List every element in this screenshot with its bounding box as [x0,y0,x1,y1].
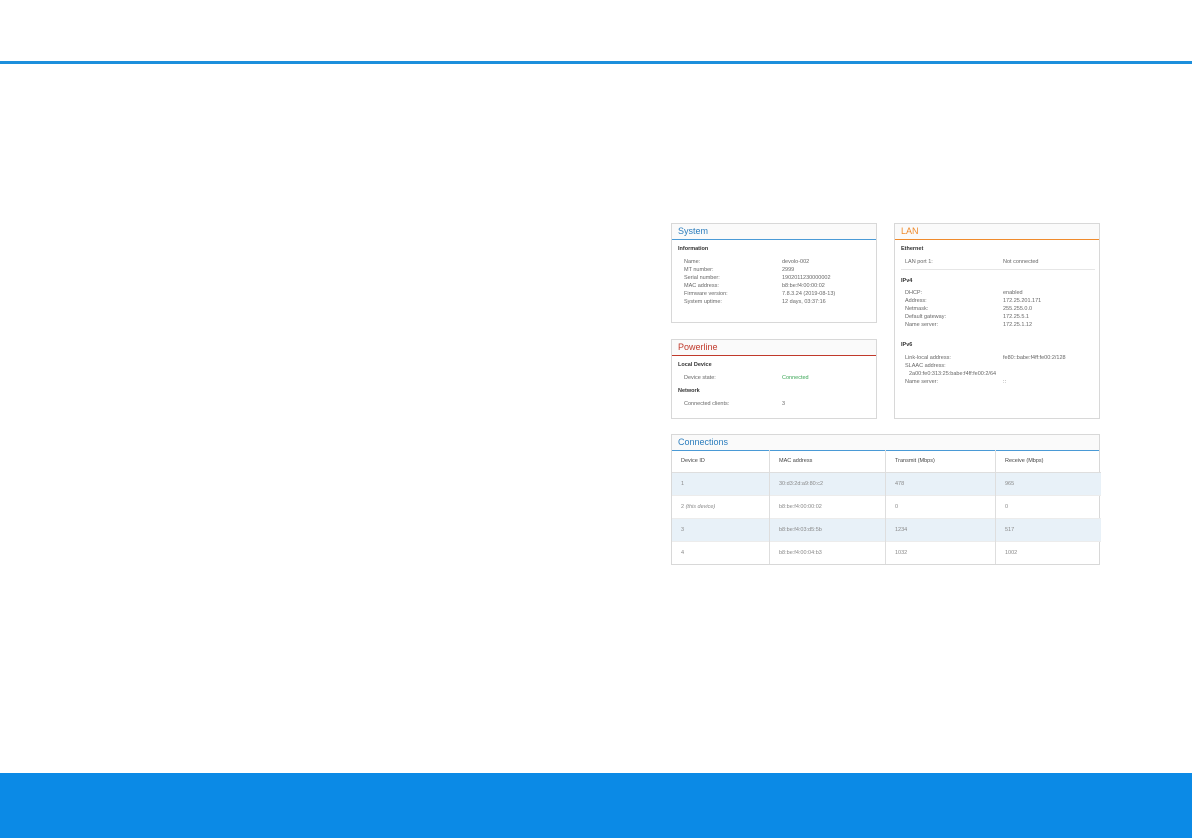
receive-cell: 0 [995,495,1101,519]
system-mac-label: MAC address: [684,283,719,289]
mac-cell: 30:d3:2d:a9:80:c2 [769,472,886,496]
netmask-value: 255.255.0.0 [1003,306,1033,312]
lan-port-value: Not connected [1003,259,1039,265]
ethernet-section-title: Ethernet [901,246,924,252]
lan-panel-title: LAN [895,224,1099,240]
device-id-cell: 4 [672,541,770,564]
connected-clients-value: 3 [782,401,786,407]
system-name-value: devolo-002 [782,259,810,265]
transmit-cell: 0 [885,495,996,519]
device-id-cell: 2 (this device) [672,495,770,519]
receive-cell: 517 [995,518,1101,542]
system-mt-value: 2999 [782,267,795,273]
lan-port-label: LAN port 1: [905,259,933,265]
system-mac-value: b8:be:f4:00:00:02 [782,283,825,289]
mac-cell: b8:be:f4:00:00:02 [769,495,886,519]
table-header-row: Device ID MAC address Transmit (Mbps) Re… [672,450,1101,473]
col-device-id: Device ID [672,450,770,473]
link-local-value: fe80::babe:f4ff:fe00:2/128 [1003,355,1066,361]
system-uptime-label: System uptime: [684,299,722,305]
system-firmware-value: 7.8.3.24 (2019-08-13) [782,291,836,297]
col-mac-address: MAC address [769,450,886,473]
header-divider [0,61,1192,64]
gateway-label: Default gateway: [905,314,946,320]
system-serial-label: Serial number: [684,275,720,281]
connections-panel: Connections Device ID MAC address Transm… [671,434,1101,565]
device-state-label: Device state: [684,375,716,381]
receive-cell: 965 [995,472,1101,496]
footer-band [0,773,1192,838]
link-local-label: Link-local address: [905,355,951,361]
system-panel-title: System [672,224,876,240]
table-row: 2 (this device) b8:be:f4:00:00:02 0 0 [672,495,1101,519]
table-row: 4 b8:be:f4:00:04:b3 1032 1002 [672,541,1101,564]
device-state-value: Connected [782,375,809,381]
transmit-cell: 478 [885,472,996,496]
device-id-cell: 1 [672,472,770,496]
receive-cell: 1002 [995,541,1101,564]
powerline-panel: Powerline Local Device Device state: Con… [671,339,877,419]
mac-cell: b8:be:f4:03:d5:5b [769,518,886,542]
slaac-value: 2a00:fe0:313:25:babe:f4ff:fe00:2/64 [909,371,997,377]
nameserver4-label: Name server: [905,322,939,328]
this-device-note: (this device) [685,504,716,510]
local-device-section-title: Local Device [678,362,712,368]
gateway-value: 172.25.5.1 [1003,314,1029,320]
table-row: 1 30:d3:2d:a9:80:c2 478 965 [672,472,1101,496]
dhcp-label: DHCP: [905,290,923,296]
connections-table: Device ID MAC address Transmit (Mbps) Re… [672,450,1101,564]
system-mt-label: MT number: [684,267,714,273]
ipv6-section-title: IPv6 [901,342,913,348]
powerline-panel-title: Powerline [672,340,876,356]
ethernet-divider [901,269,1095,270]
dhcp-value: enabled [1003,290,1023,296]
information-section-title: Information [678,246,709,252]
system-name-label: Name: [684,259,701,265]
slaac-label: SLAAC address: [905,363,946,369]
network-section-title: Network [678,388,700,394]
mac-cell: b8:be:f4:00:04:b3 [769,541,886,564]
lan-panel: LAN Ethernet LAN port 1: Not connected I… [894,223,1100,419]
connected-clients-label: Connected clients: [684,401,730,407]
system-uptime-value: 12 days, 03:37:16 [782,299,826,305]
address-value: 172.25.201.171 [1003,298,1042,304]
nameserver4-value: 172.25.1.12 [1003,322,1033,328]
system-firmware-label: Firmware version: [684,291,728,297]
address-label: Address: [905,298,927,304]
nameserver6-value: :: [1003,379,1007,385]
transmit-cell: 1032 [885,541,996,564]
nameserver6-label: Name server: [905,379,939,385]
table-row: 3 b8:be:f4:03:d5:5b 1234 517 [672,518,1101,542]
system-panel: System Information Name: devolo-002 MT n… [671,223,877,323]
netmask-label: Netmask: [905,306,929,312]
connections-panel-title: Connections [672,435,1099,451]
transmit-cell: 1234 [885,518,996,542]
ipv4-section-title: IPv4 [901,278,913,284]
col-transmit: Transmit (Mbps) [885,450,996,473]
col-receive: Receive (Mbps) [995,450,1101,473]
system-serial-value: 1902011230000002 [782,275,831,281]
device-id-cell: 3 [672,518,770,542]
